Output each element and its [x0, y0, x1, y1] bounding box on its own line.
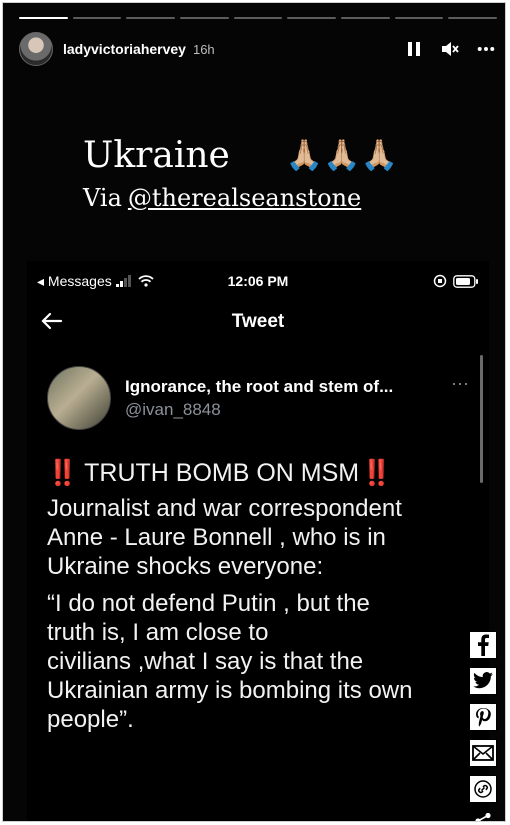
- author-avatar[interactable]: [47, 366, 111, 430]
- tweet-paragraph: Journalist and war correspondent Anne - …: [47, 495, 402, 580]
- story-header: ladyvictoriahervey 16h: [19, 31, 495, 67]
- progress-segment: [19, 17, 68, 19]
- phone-status-bar: ◂ Messages 12:06 PM: [37, 271, 479, 291]
- phone-clock: 12:06 PM: [227, 273, 289, 289]
- double-exclamation-emoji: ‼️: [47, 459, 79, 487]
- story-caption: Ukraine 🙏🏼🙏🏼🙏🏼 Via @therealseanstone: [83, 135, 398, 212]
- share-icon[interactable]: [469, 811, 497, 821]
- double-exclamation-emoji: ‼️: [361, 459, 393, 487]
- tweet-body: ‼️ TRUTH BOMB ON MSM ‼️ Journalist and w…: [47, 459, 471, 742]
- tweet-paragraph: “I do not defend Putin , but the truth i…: [47, 590, 413, 733]
- tweet-headline: ‼️ TRUTH BOMB ON MSM ‼️: [47, 459, 471, 488]
- mail-icon[interactable]: [469, 739, 497, 767]
- avatar[interactable]: [19, 32, 53, 66]
- tweet-screenshot: ◂ Messages 12:06 PM Tweet Ignorance, the…: [27, 261, 489, 821]
- link-icon[interactable]: [469, 775, 497, 803]
- progress-segment: [341, 17, 390, 19]
- share-toolbar: [469, 631, 497, 821]
- progress-segment: [180, 17, 229, 19]
- tweet-author: Ignorance, the root and stem of... @ivan…: [47, 363, 469, 433]
- caption-title: Ukraine: [83, 135, 230, 176]
- progress-segment: [287, 17, 337, 19]
- story-progress-bar: [19, 17, 498, 19]
- author-name[interactable]: Ignorance, the root and stem of...: [125, 377, 393, 397]
- author-handle[interactable]: @ivan_8848: [125, 400, 393, 420]
- progress-segment: [72, 17, 122, 19]
- caption-via: Via: [83, 184, 122, 212]
- tweet-more-icon[interactable]: ···: [451, 373, 469, 394]
- tweet-nav-bar: Tweet: [27, 307, 489, 337]
- pause-icon[interactable]: [405, 40, 423, 58]
- pinterest-icon[interactable]: [469, 703, 497, 731]
- twitter-icon[interactable]: [469, 667, 497, 695]
- facebook-icon[interactable]: [469, 631, 497, 659]
- more-options-icon[interactable]: [477, 40, 495, 58]
- nav-title: Tweet: [231, 311, 285, 332]
- progress-segment: [126, 17, 176, 19]
- progress-segment: [394, 17, 444, 19]
- caption-handle-link[interactable]: @therealseanstone: [128, 184, 361, 212]
- progress-segment: [233, 17, 283, 19]
- scroll-indicator: [480, 355, 483, 483]
- username[interactable]: ladyvictoriahervey: [63, 41, 186, 57]
- timestamp: 16h: [192, 41, 215, 57]
- headline-text: TRUTH BOMB ON MSM: [84, 459, 360, 487]
- story-viewer: ladyvictoriahervey 16h Ukraine 🙏🏼🙏🏼🙏🏼 Vi…: [2, 2, 506, 822]
- progress-segment: [448, 17, 498, 19]
- mute-icon[interactable]: [441, 40, 459, 58]
- praying-hands-emoji: 🙏🏼🙏🏼🙏🏼: [285, 138, 398, 173]
